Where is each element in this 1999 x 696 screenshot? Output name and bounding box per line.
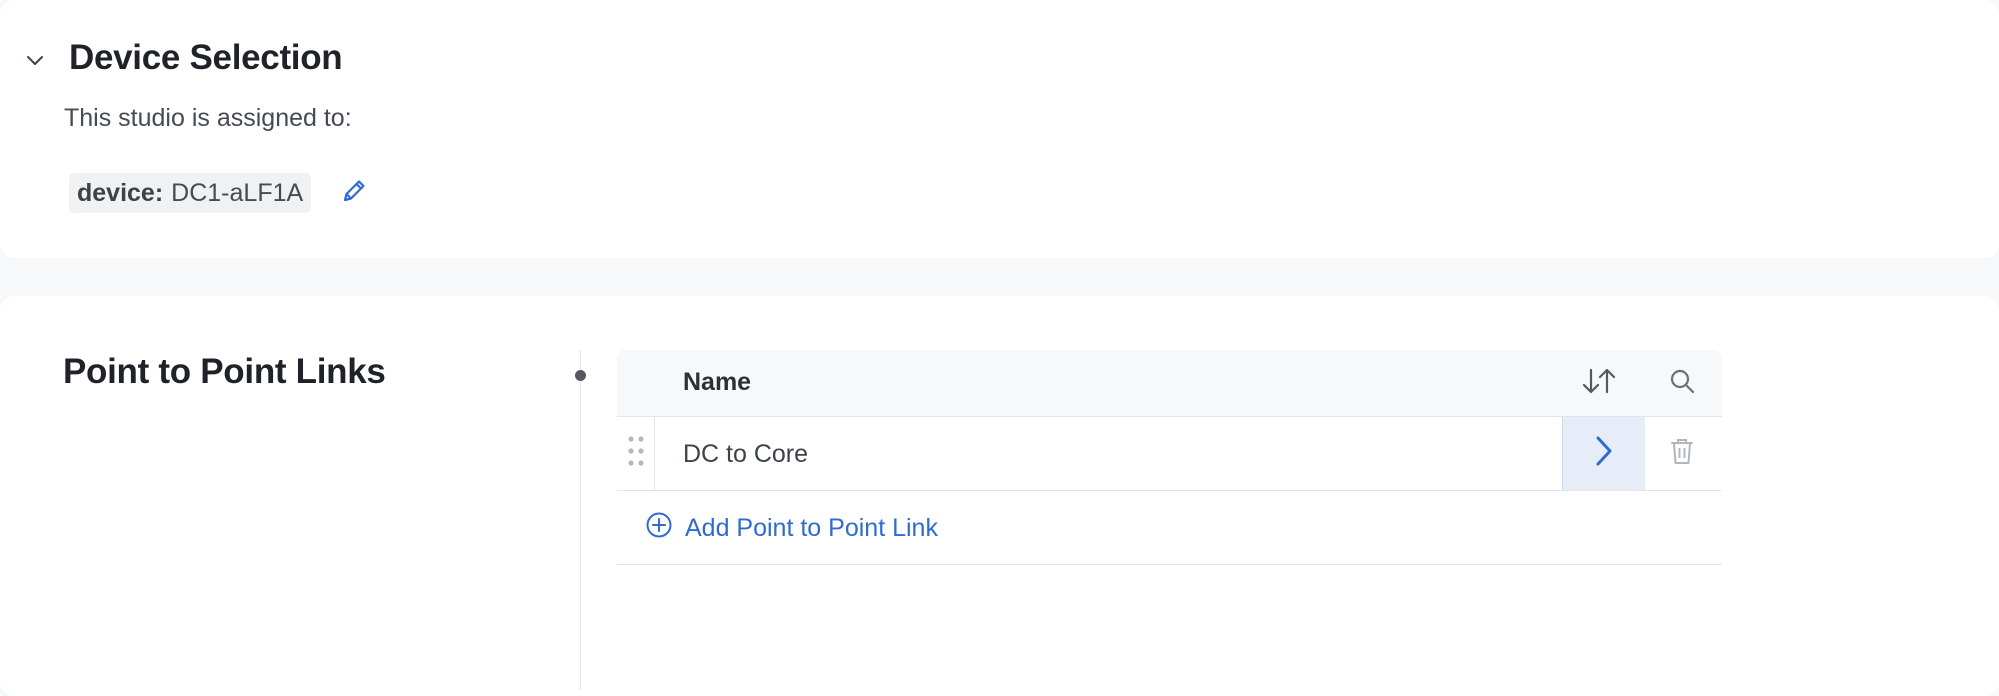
timeline-dot bbox=[575, 370, 586, 381]
delete-row-button[interactable] bbox=[1662, 433, 1702, 473]
drag-handle-icon bbox=[627, 434, 645, 473]
search-button[interactable] bbox=[1662, 364, 1702, 402]
table-header: Name bbox=[617, 350, 1722, 417]
p2p-section-title: Point to Point Links bbox=[63, 352, 386, 391]
add-p2p-link-button[interactable]: Add Point to Point Link bbox=[645, 511, 938, 546]
search-icon bbox=[1668, 367, 1696, 400]
chevron-right-icon bbox=[1594, 435, 1614, 472]
trash-icon bbox=[1670, 437, 1694, 470]
plus-circle-icon bbox=[645, 511, 685, 546]
sort-button[interactable] bbox=[1579, 364, 1619, 402]
table-row[interactable]: DC to Core bbox=[617, 417, 1722, 491]
section-title: Device Selection bbox=[69, 38, 343, 77]
column-header-name: Name bbox=[683, 368, 752, 396]
device-tag-value: DC1-aLF1A bbox=[171, 178, 304, 207]
add-p2p-link-label: Add Point to Point Link bbox=[685, 514, 938, 542]
chevron-down-icon bbox=[26, 54, 44, 72]
sort-icon bbox=[1581, 366, 1617, 401]
assigned-text: This studio is assigned to: bbox=[64, 104, 352, 132]
collapse-button[interactable] bbox=[20, 48, 50, 78]
pencil-icon bbox=[340, 177, 368, 210]
device-selection-panel: Device Selection This studio is assigned… bbox=[0, 0, 1999, 258]
device-tag: device: DC1-aLF1A bbox=[69, 173, 312, 213]
row-name: DC to Core bbox=[683, 440, 809, 468]
drag-handle[interactable] bbox=[617, 417, 655, 490]
open-row-button[interactable] bbox=[1562, 417, 1645, 490]
divider-line bbox=[580, 350, 581, 690]
p2p-table: Name DC to Core Add Point to Point Link bbox=[617, 350, 1722, 565]
add-row: Add Point to Point Link bbox=[617, 491, 1722, 565]
device-tag-key: device: bbox=[77, 178, 164, 207]
edit-device-button[interactable] bbox=[336, 175, 372, 211]
